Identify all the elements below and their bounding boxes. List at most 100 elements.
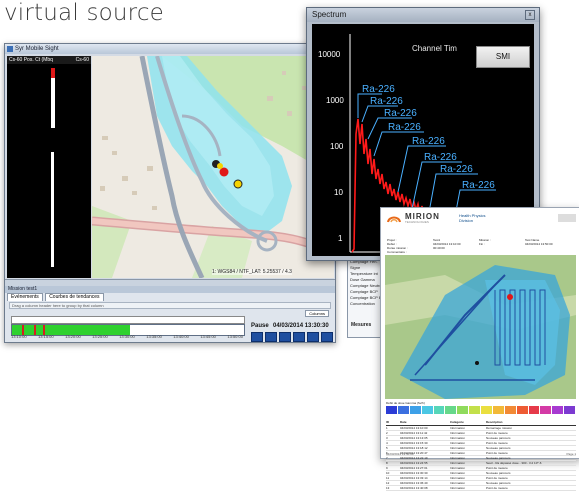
table-cell: 04/03/2014 13:11:42 (400, 431, 428, 435)
table-cell: Information (450, 456, 466, 460)
table-cell: Information (450, 471, 466, 475)
report-secondary-logo (558, 214, 576, 222)
table-cell: Information (450, 436, 466, 440)
pause-button[interactable] (293, 332, 305, 342)
y-tick-10000: 10000 (318, 50, 341, 59)
mirion-logo-icon (387, 216, 401, 223)
playback-datetime: 04/03/2014 13:30:30 (273, 323, 329, 329)
peak-label: Ra-226 (462, 180, 495, 191)
table-cell: 4 (386, 441, 388, 445)
main-application-window: Syr Mobile Sight – ☐ ✕ Cs-60 Pos. Ct (Mb… (4, 43, 336, 343)
table-cell: Information (450, 466, 466, 470)
mission-panel-title: Mission test1 (5, 286, 335, 293)
table-cell: Point de mesure (486, 441, 508, 445)
strip-label: Cs-60 Pos. Ct (Mbq (9, 57, 53, 63)
table-cell: Nouveau parcours (486, 471, 511, 475)
table-cell: 11 (386, 476, 390, 480)
report-footer-page: Page 1 (566, 452, 576, 456)
measurements-footer[interactable]: Mesures (349, 322, 371, 328)
peak-label: Ra-226 (440, 164, 473, 175)
map-view[interactable]: 1: WGS84 / NTF_LAT: 5.25537 / 4.3 (92, 56, 334, 278)
scale-swatch (564, 406, 576, 414)
table-cell: Information (450, 481, 466, 485)
report-meta-row: Commentaire : (387, 250, 575, 254)
table-cell: Démarrage mission (486, 426, 513, 430)
table-cell: 10 (386, 471, 390, 475)
table-cell: 04/03/2014 13:36:40 (400, 481, 428, 485)
table-cell: 04/03/2014 13:22:19 (400, 456, 428, 460)
scale-swatch (540, 406, 553, 414)
table-cell: Information (450, 486, 466, 490)
report-brand-sub: TECHNOLOGIES (405, 220, 429, 224)
spectrum-title: Spectrum (312, 10, 347, 19)
timeline-tick: 13:50:00 (227, 334, 243, 339)
scale-swatch (552, 406, 565, 414)
page-heading: virtual source (4, 0, 165, 26)
table-cell: 04/03/2014 13:13:05 (400, 436, 428, 440)
table-cell: 5 (386, 446, 388, 450)
rewind-button[interactable] (251, 332, 263, 342)
play-button[interactable] (279, 332, 291, 342)
table-cell: Catégorie (450, 420, 464, 424)
scale-swatch (469, 406, 481, 414)
tab-events[interactable]: Evénements (7, 293, 43, 301)
table-cell: Information (450, 446, 466, 450)
table-cell: Nouveau parcours (486, 436, 511, 440)
table-cell: Information (450, 461, 466, 465)
columns-button[interactable]: Columns (305, 310, 329, 317)
table-cell: 04/03/2014 13:40:08 (400, 486, 428, 490)
timeline-tick: 13:25:00 (92, 334, 108, 339)
mission-report-document: MIRION TECHNOLOGIES Health Physics Divis… (380, 207, 579, 491)
peak-label: Ra-226 (388, 122, 421, 133)
smi-button[interactable]: SMI (476, 46, 530, 68)
report-division: Health Physics Division (459, 213, 485, 223)
step-forward-button[interactable] (307, 332, 319, 342)
fast-forward-button[interactable] (321, 332, 333, 342)
playback-controls (251, 332, 333, 342)
close-icon[interactable]: x (525, 10, 535, 20)
table-cell: 2 (386, 431, 388, 435)
table-cell: 13 (386, 486, 390, 490)
mission-panel: Mission test1 Evénements Courbes de tend… (5, 286, 335, 342)
timeline-axis: 13:10:00 13:15:00 13:20:00 13:25:00 13:30:00… (11, 334, 243, 340)
table-cell: 04/03/2014 13:30:30 (400, 471, 428, 475)
map-canvas[interactable] (92, 56, 334, 278)
report-map-canvas (385, 255, 576, 399)
report-meta-cell: Commentaire : (387, 250, 407, 254)
scale-swatch (421, 406, 434, 414)
report-footer: 04/03/2014 13:50:00 Page 1 (386, 452, 576, 456)
table-cell: 04/03/2014 13:10:00 (400, 426, 428, 430)
measurements-list: Comptage Fen. Signe Temperature int Dose Ga… (347, 258, 382, 338)
group-by-hint[interactable]: Drag a column header here to group by th… (9, 302, 331, 309)
table-cell: 04/03/2014 13:24:55 (400, 461, 428, 465)
timeline-tick: 13:35:00 (146, 334, 162, 339)
table-cell: 04/03/2014 13:27:01 (400, 466, 428, 470)
timeline-scrollbar[interactable] (11, 316, 245, 324)
step-back-button[interactable] (265, 332, 277, 342)
y-tick-1: 1 (338, 234, 343, 243)
peak-label: Ra-226 (412, 136, 445, 147)
table-cell: Point de mesure (486, 476, 508, 480)
y-tick-10: 10 (334, 188, 343, 197)
table-cell: Nouveau parcours (486, 456, 511, 460)
map-coordinates: 1: WGS84 / NTF_LAT: 5.25537 / 4.3 (212, 269, 292, 275)
y-tick-100: 100 (330, 142, 344, 151)
timeline-tick: 13:30:00 (119, 334, 135, 339)
strip-header: Cs-60 Pos. Ct (Mbq Cs-60 (7, 56, 91, 64)
scale-swatch (504, 406, 517, 414)
spectrum-chart-title: Channel Tim (412, 44, 457, 53)
table-cell: 04/03/2014 13:33:14 (400, 476, 428, 480)
table-cell: Description (486, 420, 503, 424)
scale-swatch (386, 406, 398, 414)
spectrum-titlebar[interactable]: Spectrum x (307, 8, 539, 22)
main-window-titlebar[interactable]: Syr Mobile Sight – ☐ ✕ (5, 44, 335, 54)
report-map (385, 255, 576, 399)
mission-tabs: Evénements Courbes de tendances (5, 293, 335, 301)
peak-label: Ra-226 (424, 152, 457, 163)
timeline-tick: 13:40:00 (173, 334, 189, 339)
measurement-item[interactable]: Concentration (348, 301, 381, 307)
table-cell: Nouveau parcours (486, 481, 511, 485)
main-window-title: Syr Mobile Sight (15, 46, 59, 52)
timeline-tick: 13:10:00 (11, 334, 27, 339)
tab-trend-curves[interactable]: Courbes de tendances (45, 293, 104, 301)
